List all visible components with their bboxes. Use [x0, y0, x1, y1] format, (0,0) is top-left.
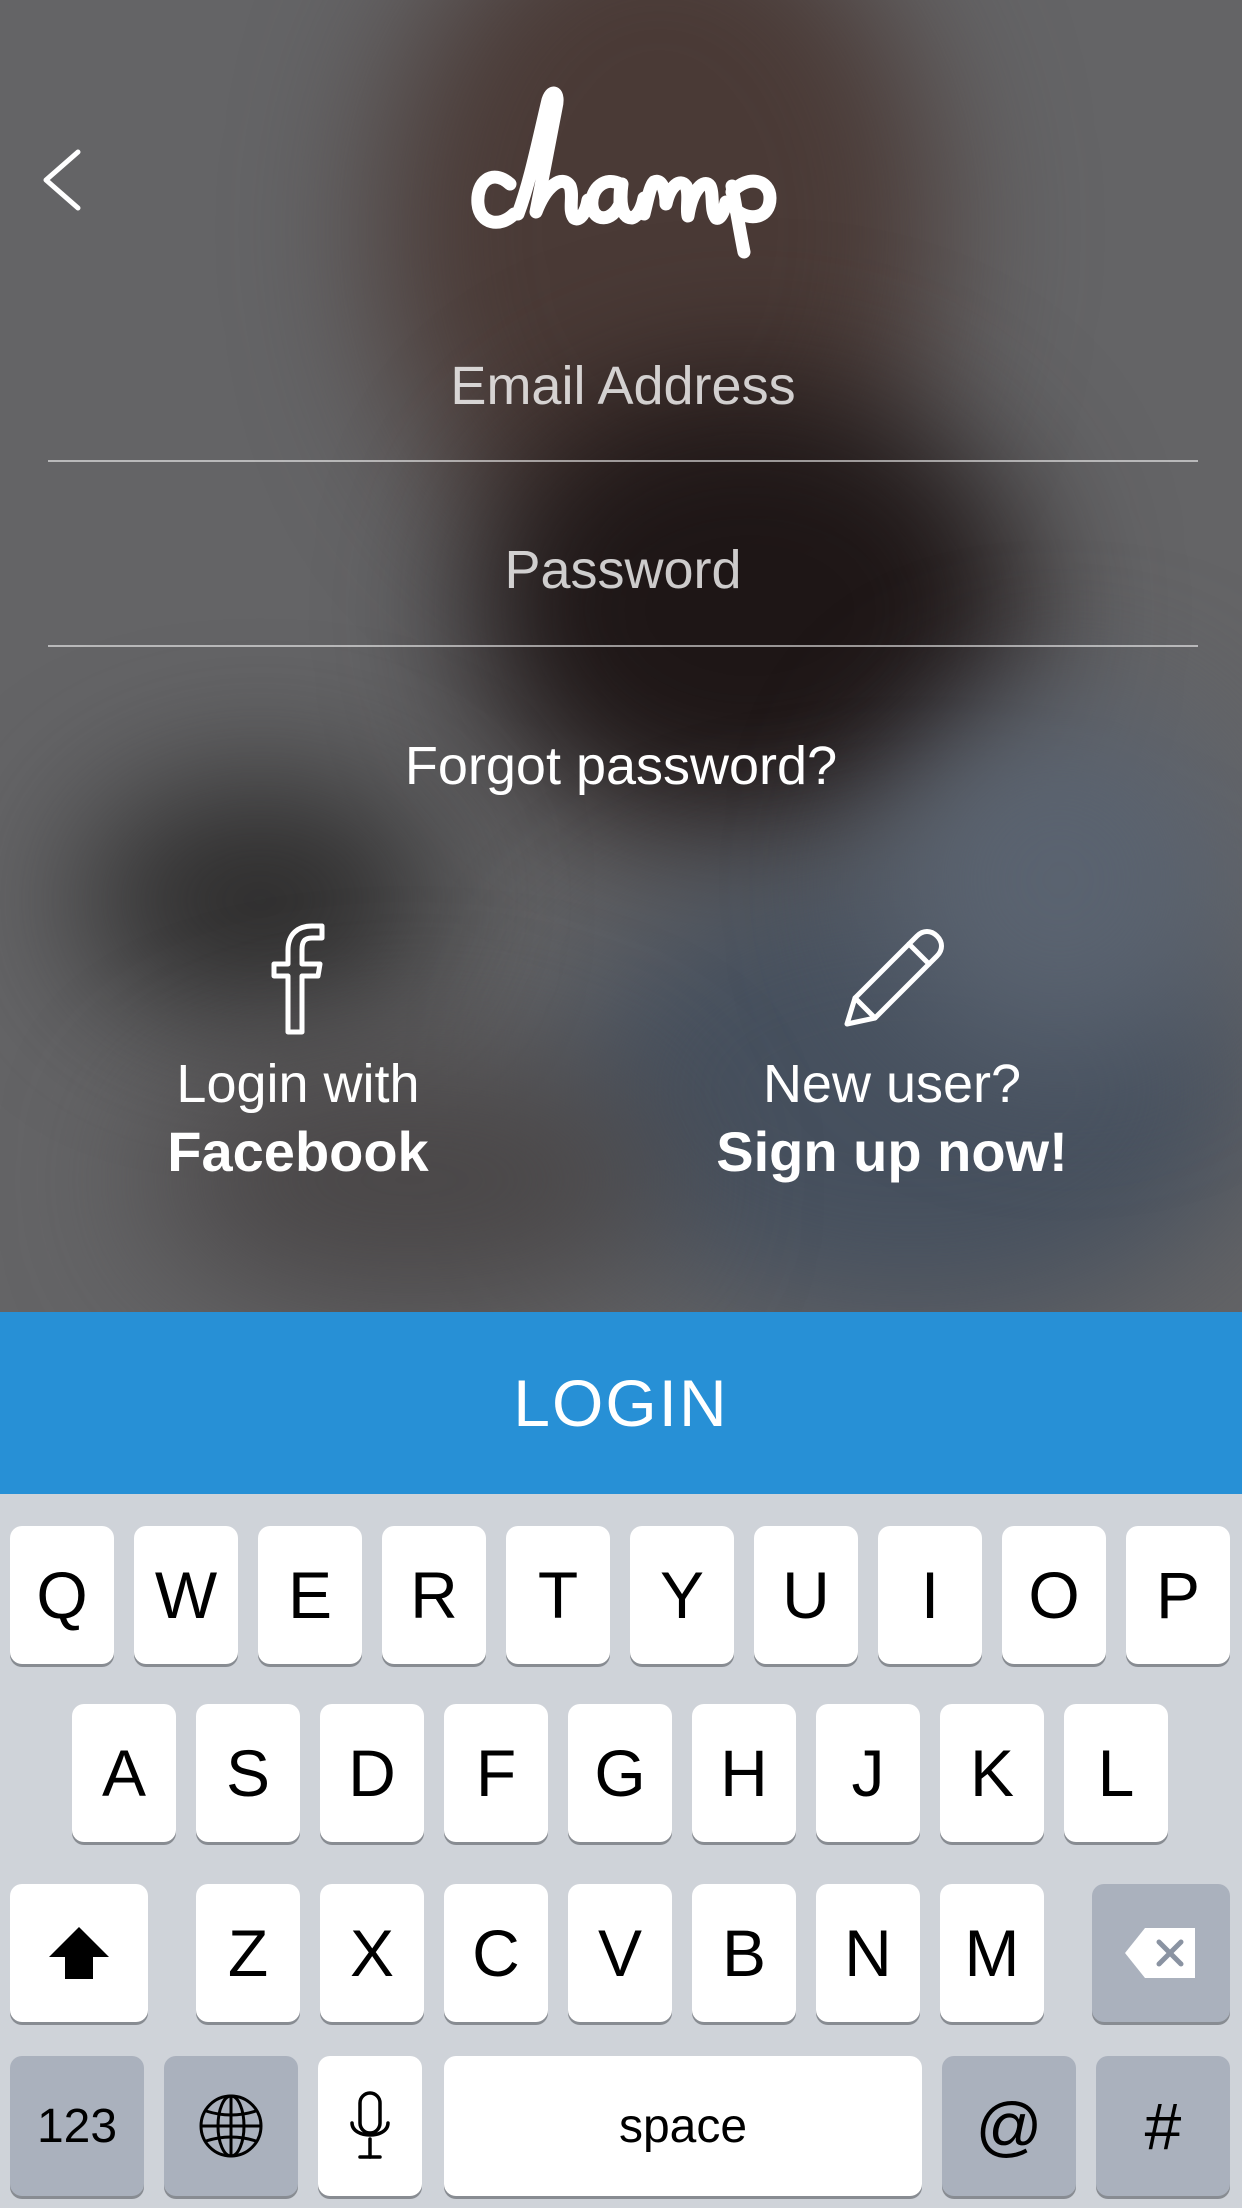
facebook-f-icon	[271, 923, 325, 1035]
shift-arrow-icon	[49, 1927, 109, 1979]
key-s[interactable]: S	[196, 1704, 300, 1842]
key-j[interactable]: J	[816, 1704, 920, 1842]
key-i[interactable]: I	[878, 1526, 982, 1664]
key-n[interactable]: N	[816, 1884, 920, 2022]
password-input[interactable]	[48, 510, 1198, 630]
space-key[interactable]: space	[444, 2056, 922, 2196]
backspace-icon	[1125, 1928, 1195, 1978]
key-h[interactable]: H	[692, 1704, 796, 1842]
email-input[interactable]	[48, 326, 1198, 446]
key-u[interactable]: U	[754, 1526, 858, 1664]
forgot-password-link[interactable]: Forgot password?	[0, 735, 1242, 797]
shift-key[interactable]	[10, 1884, 148, 2022]
password-underline	[48, 645, 1198, 647]
key-g[interactable]: G	[568, 1704, 672, 1842]
key-l[interactable]: L	[1064, 1704, 1168, 1842]
facebook-login-button[interactable]: Login with Facebook	[48, 920, 548, 1210]
signup-button[interactable]: New user? Sign up now!	[642, 920, 1142, 1210]
key-q[interactable]: Q	[10, 1526, 114, 1664]
globe-key[interactable]	[164, 2056, 298, 2196]
login-button[interactable]: LOGIN	[0, 1312, 1242, 1494]
numbers-key[interactable]: 123	[10, 2056, 144, 2196]
key-d[interactable]: D	[320, 1704, 424, 1842]
key-o[interactable]: O	[1002, 1526, 1106, 1664]
key-f[interactable]: F	[444, 1704, 548, 1842]
email-field-container	[48, 326, 1198, 446]
facebook-login-line2: Facebook	[167, 1120, 429, 1183]
key-r[interactable]: R	[382, 1526, 486, 1664]
microphone-key[interactable]	[318, 2056, 422, 2196]
key-a[interactable]: A	[72, 1704, 176, 1842]
key-b[interactable]: B	[692, 1884, 796, 2022]
key-x[interactable]: X	[320, 1884, 424, 2022]
hash-key[interactable]: #	[1096, 2056, 1230, 2196]
signup-line2: Sign up now!	[716, 1120, 1068, 1183]
email-underline	[48, 460, 1198, 462]
globe-icon	[199, 2094, 263, 2158]
password-field-container	[48, 510, 1198, 630]
key-z[interactable]: Z	[196, 1884, 300, 2022]
pencil-icon	[844, 929, 944, 1027]
back-button[interactable]	[38, 148, 92, 212]
key-e[interactable]: E	[258, 1526, 362, 1664]
at-key[interactable]: @	[942, 2056, 1076, 2196]
keyboard: Q W E R T Y U I O P A S D F G H J K L Z …	[0, 1494, 1242, 2208]
facebook-login-line1: Login with	[176, 1054, 420, 1114]
key-v[interactable]: V	[568, 1884, 672, 2022]
key-c[interactable]: C	[444, 1884, 548, 2022]
key-m[interactable]: M	[940, 1884, 1044, 2022]
key-p[interactable]: P	[1126, 1526, 1230, 1664]
key-k[interactable]: K	[940, 1704, 1044, 1842]
chevron-left-icon	[43, 149, 81, 211]
signup-line1: New user?	[762, 1054, 1022, 1114]
key-y[interactable]: Y	[630, 1526, 734, 1664]
key-w[interactable]: W	[134, 1526, 238, 1664]
microphone-icon	[350, 2091, 390, 2159]
champ-logo	[471, 86, 777, 259]
key-t[interactable]: T	[506, 1526, 610, 1664]
delete-key[interactable]	[1092, 1884, 1230, 2022]
